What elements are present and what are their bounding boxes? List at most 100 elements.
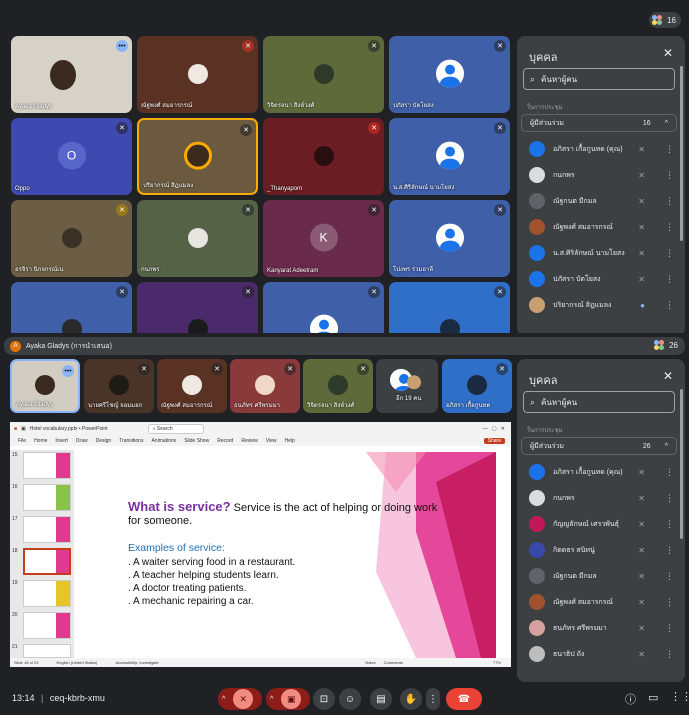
more-icon[interactable]: ⋮ [665,274,674,285]
chevron-up-icon[interactable]: ^ [222,696,225,703]
participant-tile[interactable]: ✕ [137,282,258,333]
more-icon[interactable]: ⋮ [665,545,674,556]
more-icon[interactable]: ⋮ [665,649,674,660]
person-row[interactable]: ณัฐกนต มีกมล ✕ ⋮ [521,563,677,589]
slide-thumbnail-selected[interactable] [23,548,71,575]
close-icon[interactable]: ✕ [663,46,673,60]
mic-toggle[interactable]: ^ ✕ [218,688,262,710]
mic-off-icon: ✕ [638,196,645,206]
mic-off-icon: ✕ [638,467,645,477]
save-icon[interactable]: ▣ [21,426,26,432]
slide-list: . A waiter serving food in a restaurant.… [128,557,296,607]
participant-tile[interactable]: O ✕ Oppo [11,118,132,195]
slide-thumbnail[interactable] [23,484,71,511]
more-icon[interactable]: ⋮ [665,493,674,504]
slide-thumbnail[interactable] [23,644,71,658]
participants-group-header[interactable]: ผู้มีส่วนร่วม 26 ^ [521,437,677,455]
more-icon[interactable]: ⋮ [665,519,674,530]
participant-tile[interactable]: ✕ _Thanyaporn [263,118,384,195]
filmstrip-tile[interactable]: ••• Ayaka Gladys [10,359,80,413]
slide-thumbnail[interactable] [23,612,71,639]
mic-off-icon: ✕ [638,248,645,258]
filmstrip-tile[interactable]: ✕ นายศรีโชญ์ จอมมอก [84,359,154,413]
participant-tile[interactable]: ✕ อรจิรา นิกจกรณ์เน [11,200,132,277]
participant-tile[interactable]: ✕ น.ส.ศิริลักษณ์ นามโยสง [389,118,510,195]
person-row[interactable]: ปริยากรณ์ สิฎแมลง ● ⋮ [521,292,677,318]
person-row[interactable]: ธนาธิป ถัง ✕ ⋮ [521,641,677,667]
participant-tile[interactable]: K ✕ Kanyarat Adeetram [263,200,384,277]
filmstrip-tile[interactable]: ✕ วิจิตรจนา สิงห์วงศ์ [303,359,373,413]
mic-off-icon: ✕ [368,40,380,52]
more-icon[interactable]: ⋮ [665,300,674,311]
more-options-button[interactable]: ⋮ [426,688,440,710]
shared-screen-powerpoint: ■ ▣ Hotel vocabulary.pptx • PowerPoint ⌕… [10,422,511,667]
slide-thumbnail[interactable] [23,452,71,479]
close-icon[interactable]: ✕ [663,369,673,383]
participants-group-header[interactable]: ผู้มีส่วนร่วม 16 ^ [521,114,677,132]
filmstrip-tile[interactable]: ✕ ธนภัทร ศรีพรมมา [230,359,300,413]
more-icon[interactable]: ⋮ [665,623,674,634]
info-icon[interactable]: ⓘ [625,691,636,707]
present-button[interactable]: ⊡ [313,688,335,710]
raise-hand-button[interactable]: ✋ [400,688,422,710]
captions-button[interactable]: ▤ [370,688,392,710]
slide-thumbnails: 15 16 17 18 19 20 21 [10,450,74,660]
participant-count-badge[interactable]: 26 [651,337,683,353]
person-row[interactable]: กิตตธร สนิทนู่ ✕ ⋮ [521,537,677,563]
panel-scrollbar[interactable] [680,389,683,539]
ppt-search[interactable]: ⌕ Search [147,424,204,434]
participant-tile[interactable]: ✕ [389,282,510,333]
person-row[interactable]: ณัฐพงศ์ สมอารกรณ์ ✕ ⋮ [521,214,677,240]
leave-call-button[interactable]: ☎ [446,688,482,710]
participant-tile-speaking[interactable]: ✕ ปริยากรณ์ สิฎแมลง [137,118,258,195]
person-row[interactable]: อภิสรา เกื้อกูนทด (คุณ) ✕ ⋮ [521,136,677,162]
mic-off-icon[interactable]: ✕ [233,689,254,709]
person-row[interactable]: ปภัสรา บัตโยสง ✕ ⋮ [521,266,677,292]
filmstrip-tile[interactable]: ✕ อภิสรา เกื้อกูนทด [442,359,512,413]
mic-off-icon: ✕ [242,40,254,52]
chevron-up-icon[interactable]: ^ [270,696,273,703]
more-icon[interactable]: ⋮ [665,170,674,181]
reactions-button[interactable]: ☺ [339,688,361,710]
more-icon[interactable]: ⋮ [665,222,674,233]
participant-tile[interactable]: ••• Ayaka Gladys [11,36,132,113]
person-row[interactable]: กนกพร ✕ ⋮ [521,162,677,188]
person-row[interactable]: ธนภัทร ศรีพรมมา ✕ ⋮ [521,615,677,641]
people-search-field[interactable]: ⌕ ค้นหาผู้คน [523,391,675,413]
camera-toggle[interactable]: ^ ▣ [266,688,310,710]
participant-tile[interactable]: ✕ โปงพร ร่วมอาลี [389,200,510,277]
participant-tile[interactable]: ✕ [263,282,384,333]
more-icon[interactable]: ⋮ [665,144,674,155]
chat-icon[interactable]: ▭ [648,691,658,704]
speaking-icon: ••• [62,365,74,377]
camera-off-icon[interactable]: ▣ [281,689,302,709]
more-participants-tile[interactable]: อีก 19 คน [376,359,438,413]
person-row[interactable]: น.ส.ศิริลักษณ์ นามโยสง ✕ ⋮ [521,240,677,266]
participant-tile[interactable]: ✕ วิจิตรจนา สิงห์วงศ์ [263,36,384,113]
more-icon[interactable]: ⋮ [665,248,674,259]
more-icon[interactable]: ⋮ [665,196,674,207]
people-search-field[interactable]: ⌕ ค้นหาผู้คน [523,68,675,90]
participant-tile[interactable]: ✕ กนกพร [137,200,258,277]
activities-icon[interactable]: ⋮⋮ [670,690,689,703]
share-button[interactable]: Share [483,438,505,444]
slide-thumbnail[interactable] [23,580,71,607]
person-row[interactable]: กนกพร ✕ ⋮ [521,485,677,511]
panel-scrollbar[interactable] [680,66,683,241]
more-icon[interactable]: ⋮ [665,571,674,582]
person-row[interactable]: กัญญลักษณ์ เศรวพันธุ์ ✕ ⋮ [521,511,677,537]
slide-thumbnail[interactable] [23,516,71,543]
participant-tile[interactable]: ✕ [11,282,132,333]
participant-tile[interactable]: ✕ ณัฐพงศ์ สมอารกรณ์ [137,36,258,113]
more-icon[interactable]: ⋮ [665,597,674,608]
person-row[interactable]: อภิสรา เกื้อกูนทด (คุณ) ✕ ⋮ [521,459,677,485]
person-row[interactable]: ณัฐพงศ์ สมอารกรณ์ ✕ ⋮ [521,589,677,615]
filmstrip-tile[interactable]: ✕ ณัฐพงศ์ สมอารกรณ์ [157,359,227,413]
presenter-label: Ayaka Gladys (การนำเสนอ) [26,342,112,350]
more-icon[interactable]: ⋮ [665,467,674,478]
participant-count-badge[interactable]: 16 [649,12,681,28]
mic-off-icon: ✕ [638,623,645,633]
person-row[interactable]: ณัฐกนต มีกมล ✕ ⋮ [521,188,677,214]
participant-tile[interactable]: ✕ ปภัสรา บัตโยสง [389,36,510,113]
avatar-icon [435,223,464,252]
